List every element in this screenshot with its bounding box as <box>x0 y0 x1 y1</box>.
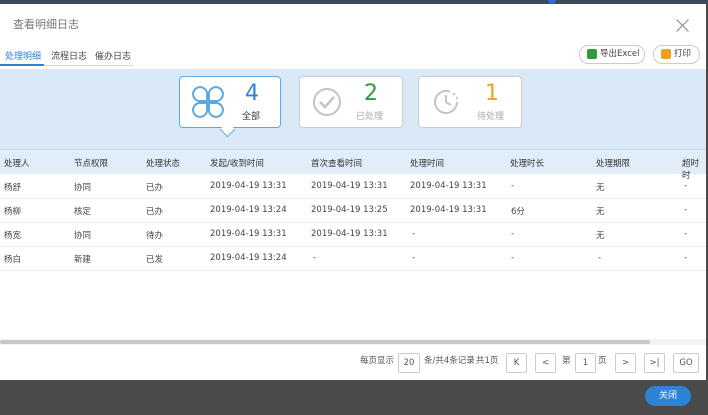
cell-first-view-time: 2019-04-19 13:31 <box>311 229 388 239</box>
cell-overtime: - <box>684 205 688 215</box>
cell-received-time: 2019-04-19 13:31 <box>210 229 287 239</box>
col-node-permission: 节点权限 <box>74 159 109 169</box>
cell-handler: 杨白 <box>4 255 22 265</box>
per-page-input[interactable]: 20 <box>398 353 420 373</box>
check-circle-icon <box>313 88 341 116</box>
cell-node-permission: 新建 <box>74 255 92 265</box>
cell-deadline: - <box>598 253 602 263</box>
per-page-label: 每页显示 <box>360 356 395 366</box>
summary-card-pending[interactable]: 1 待处理 <box>418 76 522 128</box>
grid-icon <box>192 86 224 118</box>
tab-reminder-log[interactable]: 催办日志 <box>95 49 131 62</box>
cell-first-view-time: 2019-04-19 13:31 <box>311 181 388 191</box>
label-processed: 已处理 <box>356 112 384 122</box>
last-page-button[interactable]: >| <box>644 353 665 373</box>
col-first-view-time: 首次查看时间 <box>311 159 363 169</box>
cell-node-permission: 协同 <box>74 231 92 241</box>
cell-overtime: - <box>684 181 688 191</box>
tab-processing-detail[interactable]: 处理明细 <box>5 49 41 62</box>
cell-status: 已办 <box>146 207 164 217</box>
page-prefix: 第 <box>562 356 571 366</box>
cell-duration: - <box>511 229 515 239</box>
col-duration: 处理时长 <box>510 159 545 169</box>
cell-first-view-time: - <box>313 253 317 263</box>
printer-icon <box>661 49 671 59</box>
cell-first-view-time: 2019-04-19 13:25 <box>311 205 388 215</box>
cell-duration: - <box>511 181 515 191</box>
cell-duration: - <box>511 253 515 263</box>
tab-active-indicator <box>0 64 44 66</box>
cell-overtime: - <box>684 229 688 239</box>
summary-card-all[interactable]: 4 全部 <box>179 76 281 128</box>
col-deadline: 处理期限 <box>596 159 631 169</box>
table-row[interactable]: 杨白 新建 已发 2019-04-19 13:24 - - - - - <box>0 246 706 271</box>
clock-icon <box>434 90 459 114</box>
cell-status: 待办 <box>146 231 164 241</box>
table-header: 处理人 节点权限 处理状态 发起/收到时间 首次查看时间 处理时间 处理时长 处… <box>0 149 706 181</box>
tab-flow-log[interactable]: 流程日志 <box>51 49 87 62</box>
cell-handler: 杨舒 <box>4 183 22 193</box>
next-page-button[interactable]: > <box>615 353 636 373</box>
count-pending: 1 <box>485 81 499 106</box>
cell-overtime: - <box>684 253 688 263</box>
page-suffix: 页 <box>598 356 607 366</box>
cell-process-time: - <box>412 229 416 239</box>
first-page-button[interactable]: K <box>506 353 527 373</box>
cell-process-time: 2019-04-19 13:31 <box>410 181 487 191</box>
dialog-title: 查看明细日志 <box>13 18 79 31</box>
cell-process-time: - <box>412 253 416 263</box>
dialog-footer <box>0 380 706 415</box>
close-button[interactable]: 关闭 <box>645 386 691 406</box>
prev-page-button[interactable]: < <box>535 353 556 373</box>
col-status: 处理状态 <box>146 159 181 169</box>
cell-handler: 杨宽 <box>4 231 22 241</box>
cell-received-time: 2019-04-19 13:24 <box>210 253 287 263</box>
detail-log-dialog: 查看明细日志 处理明细 流程日志 催办日志 导出Excel 打印 4 全部 2 … <box>0 4 706 380</box>
print-button[interactable]: 打印 <box>653 45 700 64</box>
excel-icon <box>587 49 597 59</box>
cell-node-permission: 协同 <box>74 183 92 193</box>
label-all: 全部 <box>242 112 261 122</box>
table-row[interactable]: 杨宽 协同 待办 2019-04-19 13:31 2019-04-19 13:… <box>0 222 706 247</box>
cell-duration: 6分 <box>511 207 525 217</box>
cell-received-time: 2019-04-19 13:24 <box>210 205 287 215</box>
go-button[interactable]: GO <box>673 353 699 373</box>
col-received-time: 发起/收到时间 <box>210 159 264 169</box>
cell-process-time: 2019-04-19 13:31 <box>410 205 487 215</box>
cell-deadline: 无 <box>596 207 605 217</box>
cell-deadline: 无 <box>596 183 605 193</box>
print-label: 打印 <box>674 49 692 59</box>
pages-label: 共1页 <box>476 356 499 366</box>
label-pending: 待处理 <box>477 112 505 122</box>
horizontal-scrollbar[interactable] <box>0 339 706 345</box>
page-number-input[interactable]: 1 <box>575 353 596 373</box>
count-all: 4 <box>245 81 259 106</box>
records-label: 条/共4条记录 <box>424 356 475 366</box>
cell-status: 已办 <box>146 183 164 193</box>
export-excel-label: 导出Excel <box>600 49 640 59</box>
cell-handler: 杨柳 <box>4 207 22 217</box>
cell-status: 已发 <box>146 255 164 265</box>
close-icon[interactable] <box>674 17 692 35</box>
cell-deadline: 无 <box>596 231 605 241</box>
table-row[interactable]: 杨舒 协同 已办 2019-04-19 13:31 2019-04-19 13:… <box>0 174 706 199</box>
export-excel-button[interactable]: 导出Excel <box>579 45 645 64</box>
cell-node-permission: 核定 <box>74 207 92 217</box>
cell-received-time: 2019-04-19 13:31 <box>210 181 287 191</box>
col-process-time: 处理时间 <box>410 159 445 169</box>
summary-card-processed[interactable]: 2 已处理 <box>299 76 403 128</box>
col-handler: 处理人 <box>4 159 30 169</box>
scrollbar-thumb[interactable] <box>0 340 650 344</box>
table-row[interactable]: 杨柳 核定 已办 2019-04-19 13:24 2019-04-19 13:… <box>0 198 706 223</box>
count-processed: 2 <box>364 81 378 106</box>
